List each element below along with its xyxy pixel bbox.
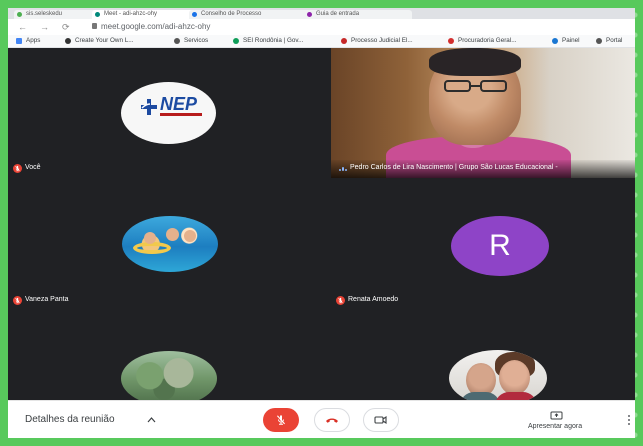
bookmark-favicon-icon <box>174 38 180 44</box>
bookmark-label: Create Your Own L... <box>75 37 134 44</box>
hang-up-icon <box>326 418 338 423</box>
person-face <box>144 232 156 244</box>
muted-mic-icon <box>336 296 345 305</box>
participant-grid: NEP Você Pedro Carlos de Lira Nascimento… <box>8 48 635 406</box>
bookmark-item[interactable]: Portal <box>596 37 622 45</box>
bookmark-item[interactable]: SEI Rondônia | Gov... <box>233 37 303 45</box>
bookmark-item[interactable]: Apps <box>16 37 40 45</box>
logo-text: NEP <box>160 94 198 114</box>
glasses-icon <box>444 80 507 92</box>
participant-tile[interactable]: Pedro Carlos de Lira Nascimento | Grupo … <box>331 48 635 178</box>
bookmark-item[interactable]: Processo Judicial El... <box>341 37 413 45</box>
bookmark-label: Portal <box>606 37 623 44</box>
medical-cross-icon <box>141 99 157 115</box>
person-face <box>499 360 530 395</box>
speaking-indicator-icon <box>339 166 347 171</box>
bookmark-label: SEI Rondônia | Gov... <box>243 37 304 44</box>
bookmark-favicon-icon <box>65 38 71 44</box>
pool-float <box>133 242 171 254</box>
reload-icon[interactable]: ⟳ <box>62 21 70 33</box>
address-bar-url[interactable]: meet.google.com/adi-ahzc-ohy <box>101 21 210 33</box>
person-face <box>166 228 179 241</box>
participant-tile[interactable]: NEP Você <box>8 48 329 178</box>
meeting-details-button[interactable]: Detalhes da reunião <box>25 414 115 426</box>
bookmarks-bar: Apps Create Your Own L... Servicos SEI R… <box>8 35 635 48</box>
browser-tab[interactable]: sis.seleskedu <box>14 10 100 19</box>
person-hair <box>429 48 521 76</box>
bookmark-label: Servicos <box>184 37 209 44</box>
meeting-controls-bar: Detalhes da reunião Apresentar agora <box>8 400 635 438</box>
leave-call-button[interactable] <box>314 408 350 432</box>
browser-tab[interactable]: Guia de entrada <box>304 10 412 19</box>
bookmark-label: Procuradoria Geral... <box>458 37 517 44</box>
apps-icon <box>16 38 22 44</box>
couple-avatar-photo <box>449 350 547 406</box>
tab-label: Meet - adi-ahzc-ohy <box>104 11 158 17</box>
camera-toggle-button[interactable] <box>363 408 399 432</box>
tab-favicon-icon <box>307 12 312 17</box>
bookmark-favicon-icon <box>233 38 239 44</box>
participant-name: Renata Amoedo <box>348 296 399 303</box>
letter-avatar: R <box>451 216 549 276</box>
participant-name: Vaneza Panta <box>25 296 69 303</box>
tab-favicon-icon <box>17 12 22 17</box>
mic-off-icon <box>276 415 286 425</box>
participant-tile[interactable]: Vaneza Panta <box>8 180 329 310</box>
muted-mic-icon <box>13 164 22 173</box>
more-options-icon[interactable] <box>627 415 631 427</box>
bookmark-label: Apps <box>26 37 41 44</box>
address-bar-row: ← → ⟳ meet.google.com/adi-ahzc-ohy <box>8 19 635 36</box>
bookmark-favicon-icon <box>596 38 602 44</box>
bookmark-item[interactable]: Servicos <box>174 37 208 45</box>
participant-video <box>331 48 635 178</box>
bookmark-item[interactable]: Procuradoria Geral... <box>448 37 516 45</box>
logo-underline <box>160 113 202 116</box>
tree-avatar-photo <box>121 351 217 406</box>
participant-name: Você <box>25 164 41 171</box>
bookmark-item[interactable]: Create Your Own L... <box>65 37 133 45</box>
present-screen-icon[interactable] <box>550 411 563 420</box>
forward-arrow-icon[interactable]: → <box>40 21 49 33</box>
muted-mic-icon <box>13 296 22 305</box>
bookmark-favicon-icon <box>448 38 454 44</box>
bookmark-label: Painel <box>562 37 580 44</box>
person-face <box>184 230 196 242</box>
participant-name: Pedro Carlos de Lira Nascimento | Grupo … <box>350 164 558 171</box>
nep-logo: NEP <box>121 82 216 144</box>
browser-window: sis.seleskedu Meet - adi-ahzc-ohy Consel… <box>8 8 635 438</box>
camera-icon <box>374 415 387 425</box>
tab-favicon-icon <box>95 12 100 17</box>
tab-favicon-icon <box>192 12 197 17</box>
participant-tile[interactable]: R Renata Amoedo <box>331 180 635 310</box>
bookmark-favicon-icon <box>552 38 558 44</box>
bookmark-label: Processo Judicial El... <box>351 37 413 44</box>
tab-label: Guia de entrada <box>316 11 360 17</box>
present-now-button[interactable]: Apresentar agora <box>528 422 582 431</box>
chevron-up-icon[interactable] <box>147 416 156 423</box>
participant-tile[interactable] <box>331 312 635 406</box>
browser-tab[interactable]: Meet - adi-ahzc-ohy <box>92 10 196 19</box>
tab-label: Conselho de Processo <box>201 11 262 17</box>
tab-label: sis.seleskedu <box>26 11 63 17</box>
lock-icon <box>92 23 97 29</box>
participant-tile[interactable] <box>8 312 329 406</box>
back-arrow-icon[interactable]: ← <box>18 21 27 33</box>
pool-avatar-photo <box>122 216 218 272</box>
bookmark-favicon-icon <box>341 38 347 44</box>
browser-tab[interactable]: Conselho de Processo <box>189 10 311 19</box>
bookmark-item[interactable]: Painel <box>552 37 580 45</box>
microphone-toggle-button[interactable] <box>263 408 299 432</box>
